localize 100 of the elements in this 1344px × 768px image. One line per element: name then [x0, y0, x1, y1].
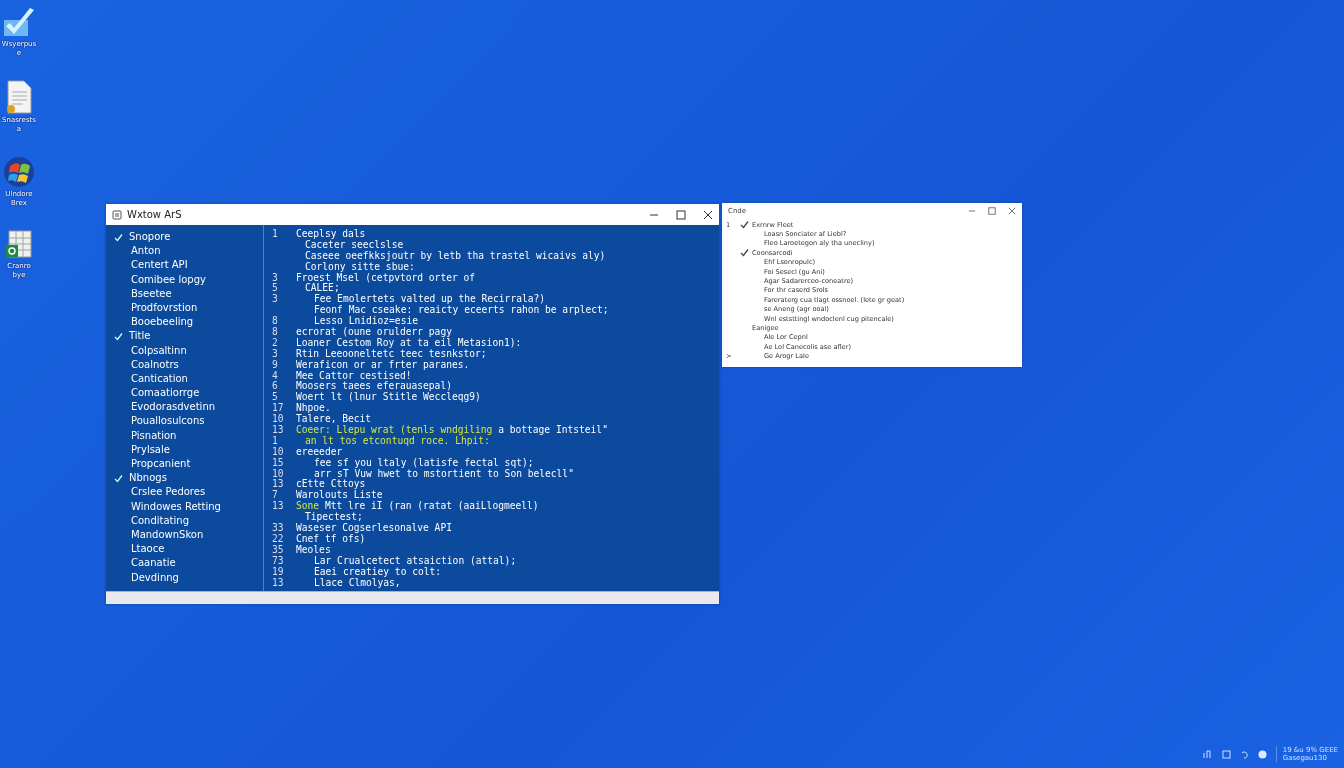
maximize-icon[interactable]: [676, 209, 686, 220]
code-line: Loaner Cestom Roy at ta eil Metasion1):: [296, 337, 522, 349]
check-icon[interactable]: [740, 220, 749, 230]
line-number: 6: [272, 380, 278, 392]
check-icon[interactable]: [740, 248, 749, 258]
code-line: Moosers taees eferauasepal): [296, 381, 452, 393]
sidebar-item[interactable]: Ltaoce: [131, 543, 165, 555]
code-line: Mee Cattor cestised!: [296, 370, 412, 381]
code-line: fee sf you ltaly (latisfe fectal sqt);: [313, 457, 534, 469]
sidebar-item[interactable]: Booebeeling: [131, 316, 194, 328]
line-number: 2: [272, 336, 278, 348]
code-line: Feonf Mac cseake: reaicty eceerts rahon be arplect;: [313, 305, 609, 316]
line-number: 8: [272, 326, 278, 337]
line-number: 13: [272, 478, 284, 490]
checkmark-icon[interactable]: [2, 8, 36, 38]
line-number: 5: [272, 391, 278, 403]
line-number: 5: [272, 282, 278, 294]
sidebar-item[interactable]: Comibee lopgy: [131, 273, 206, 285]
code-line: Caceter seeclslse: [305, 239, 404, 251]
line-number: 13: [272, 424, 284, 436]
code-line: Llace Clmolyas,: [313, 577, 401, 589]
sidebar-item[interactable]: Anton: [131, 245, 161, 257]
code-line: Coeer: Llepu wrat (tenls wndgiling a bottage Intsteil": [296, 425, 608, 436]
code-line: ecrorat (oune orulderr pagy: [296, 327, 452, 338]
sidebar-group[interactable]: Snopore: [129, 230, 171, 245]
maximize-icon[interactable]: [988, 207, 996, 215]
code-line: Waseser Cogserlesonalve API: [296, 523, 452, 534]
clipboard-icon[interactable]: [1221, 749, 1231, 759]
sidebar-item[interactable]: Colpsaltinn: [131, 344, 187, 356]
code-line: Caseee oeefkksjoutr by letb tha trastel wicaivs aly): [304, 250, 606, 262]
sidebar-item[interactable]: Conditating: [131, 514, 189, 526]
sidebar-item[interactable]: Evodorasdvetinn: [131, 401, 216, 413]
code-line: Fee Emolertets valted up the Recirrala?): [313, 294, 546, 306]
line-number: 15: [272, 456, 284, 468]
speaker-icon[interactable]: [1239, 749, 1249, 759]
code-line: Warolouts Liste: [296, 490, 383, 501]
code-line: Talere, Becit: [296, 414, 372, 425]
code-line: Corlony sitte sbue:: [304, 261, 415, 273]
code-line: an lt tos etcontuqd roce. Lhpit:: [304, 435, 490, 447]
code-line: Sone Mtt lre iI (ran (ratat (aaiLlogmeell): [296, 501, 539, 512]
colorful-orb-icon[interactable]: [3, 156, 35, 188]
line-number: 33: [272, 522, 284, 534]
sidebar-item[interactable]: Cantication: [131, 372, 188, 384]
line-number: 9: [272, 358, 278, 370]
code-line: Ceeplsy dals: [296, 229, 366, 240]
sidebar-item[interactable]: Centert API: [131, 259, 188, 271]
spreadsheet-icon[interactable]: [5, 230, 33, 260]
line-number: 10: [272, 467, 284, 479]
line-number: 19: [272, 565, 284, 577]
line-number: 4: [272, 369, 278, 381]
line-number: 22: [272, 532, 284, 544]
code-line: ereeeder: [296, 446, 343, 458]
code-line: Froest Msel (cetpvtord orter of: [296, 272, 476, 283]
sidebar-group[interactable]: Nbnogs: [129, 471, 167, 486]
sidebar-item[interactable]: Pouallosulcons: [131, 415, 205, 427]
line-number: 3: [272, 347, 278, 359]
sidebar-item[interactable]: Windowes Retting: [131, 500, 221, 512]
sidebar-item[interactable]: Prodfovrstion: [131, 301, 198, 313]
line-number: 73: [272, 554, 284, 566]
code-line: Tipectest;: [305, 512, 363, 524]
code-line: Lesso Lnidioz=esie: [313, 316, 418, 327]
sidebar-item[interactable]: Caanatie: [131, 557, 176, 569]
code-line: Woert lt (lnur Stitle Weccleqg9): [296, 392, 481, 403]
line-number: 10: [272, 445, 284, 457]
document-icon[interactable]: [5, 80, 33, 114]
code-line: Weraficon or ar frter paranes.: [296, 359, 470, 371]
line-number: 13: [272, 500, 284, 512]
line-number: 17: [272, 402, 284, 414]
code-line: cEtte Cttoys: [296, 479, 366, 491]
close-icon[interactable]: [703, 209, 713, 220]
code-line: Rtin Leeooneltetc teec tesnkstor;: [296, 348, 487, 360]
window-title: Wxtow ArS: [127, 209, 183, 220]
sidebar-item[interactable]: Coalnotrs: [131, 358, 179, 370]
sidebar-item[interactable]: Comaatiorrge: [131, 387, 200, 399]
sidebar-item[interactable]: Bseetee: [131, 287, 172, 299]
line-number: 35: [272, 543, 284, 555]
sidebar-item[interactable]: Propcanient: [131, 458, 191, 469]
sidebar-item[interactable]: Crslee Pedores: [131, 486, 206, 498]
globe-icon[interactable]: [1257, 749, 1267, 759]
code-line: Eaei creatiey to colt:: [313, 566, 442, 578]
sidebar-item[interactable]: Devdinng: [131, 571, 179, 583]
code-line: Meoles: [296, 544, 331, 556]
code-line: Cnef tf ofs): [296, 533, 366, 545]
app-icon: [112, 209, 122, 220]
sidebar-item[interactable]: Pisnation: [131, 429, 177, 441]
code-line: arr sT Vuw hwet to mstortient to Son belecll": [313, 468, 574, 479]
code-line: Lar Crualcetect atsaiction (attal);: [313, 555, 517, 567]
code-line: Nhpoe.: [296, 403, 331, 415]
line-number: 3: [272, 293, 278, 305]
line-number: 13: [272, 576, 284, 588]
sidebar-item[interactable]: MandownSkon: [131, 528, 204, 540]
sidebar-group[interactable]: Title: [129, 329, 151, 344]
line-number: 3: [272, 271, 278, 283]
sidebar-item[interactable]: Prylsale: [131, 443, 170, 455]
line-number: 8: [272, 315, 278, 327]
line-number: 7: [272, 489, 278, 501]
code-line: CALEE;: [304, 283, 340, 294]
line-number: 1: [272, 228, 278, 239]
line-number: 1: [272, 434, 278, 446]
line-number: 10: [272, 413, 284, 425]
